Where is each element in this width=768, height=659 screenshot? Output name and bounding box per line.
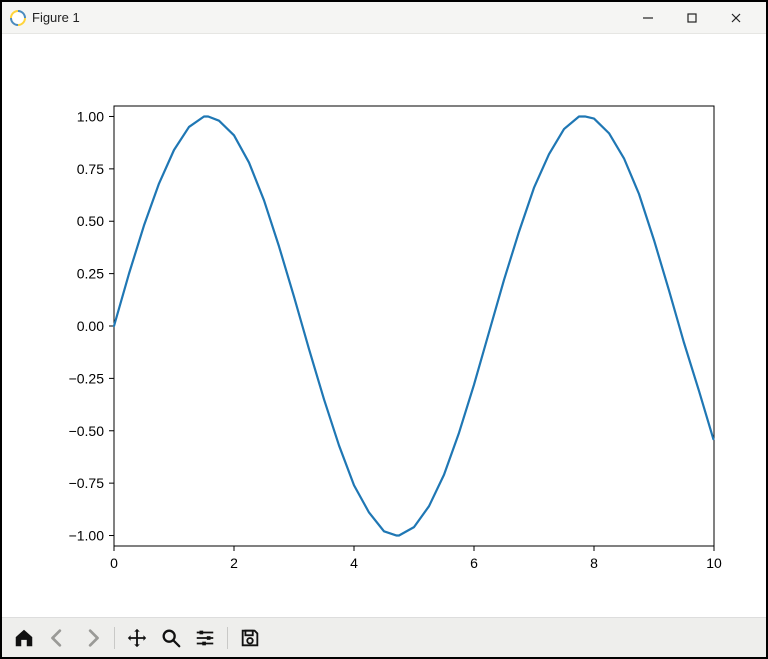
svg-text:1.00: 1.00 [77,108,104,124]
svg-text:8: 8 [590,555,598,571]
close-button[interactable] [714,4,758,32]
magnify-icon [160,627,182,649]
svg-text:−0.25: −0.25 [69,370,105,386]
back-button[interactable] [42,622,74,654]
svg-text:2: 2 [230,555,238,571]
zoom-button[interactable] [155,622,187,654]
toolbar-separator [227,627,228,649]
svg-text:4: 4 [350,555,358,571]
sliders-icon [194,627,216,649]
svg-text:0: 0 [110,555,118,571]
configure-button[interactable] [189,622,221,654]
svg-text:0.00: 0.00 [77,318,104,334]
svg-text:6: 6 [470,555,478,571]
svg-text:−1.00: −1.00 [69,527,105,543]
arrow-left-icon [47,627,69,649]
home-button[interactable] [8,622,40,654]
maximize-button[interactable] [670,4,714,32]
figure-canvas[interactable]: 0 2 4 6 8 10 −1.00 −0.75 −0.50 −0.25 0.00 0.25 0.50 0… [2,34,766,617]
window-title: Figure 1 [32,10,80,25]
window-titlebar: Figure 1 [2,2,766,34]
pan-button[interactable] [121,622,153,654]
forward-button[interactable] [76,622,108,654]
svg-text:−0.75: −0.75 [69,475,105,491]
svg-text:−0.50: −0.50 [69,422,105,438]
svg-text:0.25: 0.25 [77,265,104,281]
svg-text:10: 10 [706,555,722,571]
svg-text:0.75: 0.75 [77,160,104,176]
nav-toolbar [2,617,766,657]
save-button[interactable] [234,622,266,654]
minimize-button[interactable] [626,4,670,32]
home-icon [13,627,35,649]
move-icon [126,627,148,649]
toolbar-separator [114,627,115,649]
svg-text:0.50: 0.50 [77,213,104,229]
save-icon [239,627,261,649]
chart-plot: 0 2 4 6 8 10 −1.00 −0.75 −0.50 −0.25 0.00 0.25 0.50 0… [14,46,754,606]
app-icon [10,10,26,26]
arrow-right-icon [81,627,103,649]
